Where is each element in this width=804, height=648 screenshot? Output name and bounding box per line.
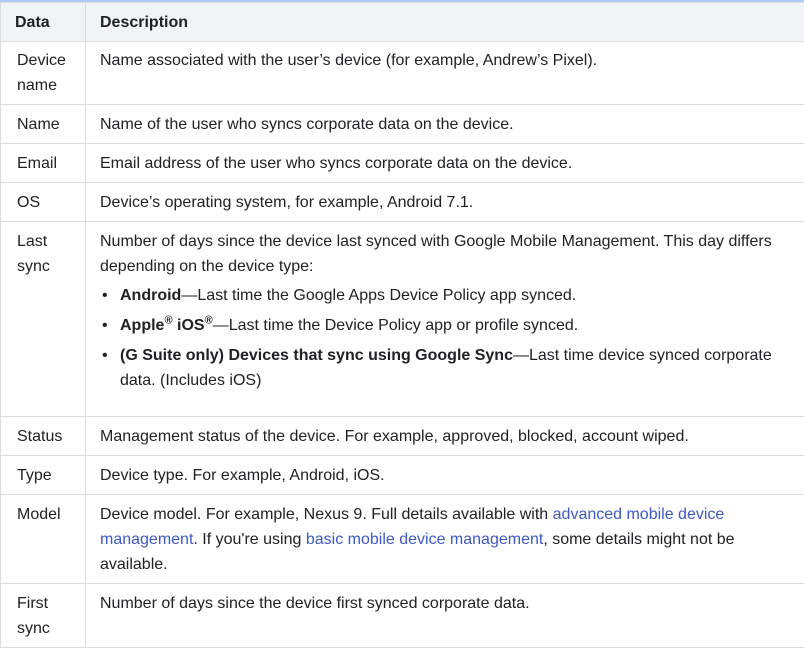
list-item-gsuite: (G Suite only) Devices that sync using G… (120, 343, 790, 393)
row-label: Model (1, 495, 86, 584)
registered-mark: ® (205, 315, 213, 327)
bullet-bold: (G Suite only) Devices that sync using G… (120, 347, 513, 364)
apple-label: Apple (120, 317, 164, 334)
header-data: Data (1, 3, 86, 42)
registered-mark: ® (164, 315, 172, 327)
row-description: Email address of the user who syncs corp… (86, 144, 804, 183)
row-label: Status (1, 417, 86, 456)
table-row-status: Status Management status of the device. … (1, 417, 804, 456)
row-description: Name associated with the user’s device (… (86, 42, 804, 105)
table-row-model: Model Device model. For example, Nexus 9… (1, 495, 804, 584)
table-row-device-name: Device name Name associated with the use… (1, 42, 804, 105)
row-description: Device model. For example, Nexus 9. Full… (86, 495, 804, 584)
row-label: Email (1, 144, 86, 183)
device-data-table: Data Description Device name Name associ… (0, 2, 804, 648)
row-label: Last sync (1, 222, 86, 417)
bullet-bold: Android (120, 287, 181, 304)
table-row-email: Email Email address of the user who sync… (1, 144, 804, 183)
list-item-apple: Apple® iOS®—Last time the Device Policy … (120, 313, 790, 338)
row-label: OS (1, 183, 86, 222)
table-row-os: OS Device’s operating system, for exampl… (1, 183, 804, 222)
row-description: Number of days since the device last syn… (86, 222, 804, 417)
model-text-1: Device model. For example, Nexus 9. Full… (100, 506, 553, 523)
row-label: First sync (1, 584, 86, 648)
row-description: Number of days since the device first sy… (86, 584, 804, 648)
row-description: Device type. For example, Android, iOS. (86, 456, 804, 495)
table-row-last-sync: Last sync Number of days since the devic… (1, 222, 804, 417)
row-description: Management status of the device. For exa… (86, 417, 804, 456)
row-description: Device’s operating system, for example, … (86, 183, 804, 222)
table-header-row: Data Description (1, 3, 804, 42)
ios-label: iOS (173, 317, 205, 334)
header-description: Description (86, 3, 804, 42)
model-text-2: . If you're using (193, 531, 305, 548)
table-row-type: Type Device type. For example, Android, … (1, 456, 804, 495)
bullet-bold-apple: Apple® iOS® (120, 317, 213, 334)
last-sync-intro: Number of days since the device last syn… (100, 229, 790, 279)
row-description: Name of the user who syncs corporate dat… (86, 105, 804, 144)
table-row-first-sync: First sync Number of days since the devi… (1, 584, 804, 648)
list-item-android: Android—Last time the Google Apps Device… (120, 283, 790, 308)
bullet-text: —Last time the Device Policy app or prof… (213, 317, 579, 334)
bullet-text: —Last time the Google Apps Device Policy… (181, 287, 576, 304)
device-data-table-wrapper: Data Description Device name Name associ… (0, 0, 804, 648)
table-row-name: Name Name of the user who syncs corporat… (1, 105, 804, 144)
row-label: Device name (1, 42, 86, 105)
row-label: Type (1, 456, 86, 495)
device-type-list: Android—Last time the Google Apps Device… (100, 283, 790, 393)
row-label: Name (1, 105, 86, 144)
basic-mdm-link[interactable]: basic mobile device management (306, 531, 543, 548)
